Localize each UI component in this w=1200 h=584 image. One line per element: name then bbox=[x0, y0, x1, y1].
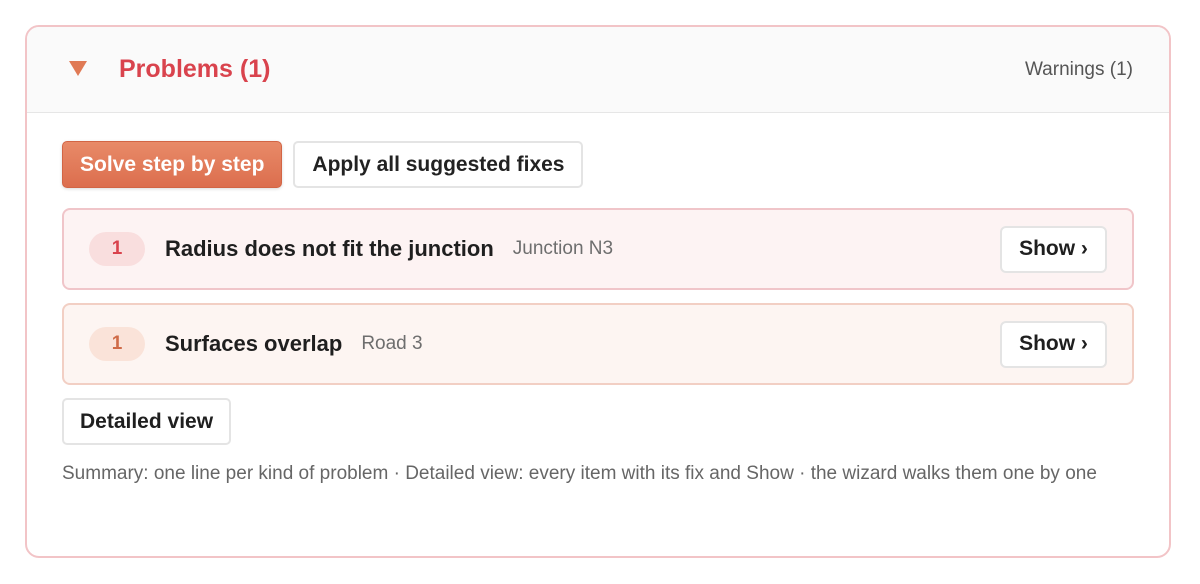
problems-header[interactable]: Problems (1) Warnings (1) bbox=[27, 27, 1169, 113]
summary-text: Summary: one line per kind of problem · … bbox=[62, 463, 1097, 484]
apply-all-fixes-button[interactable]: Apply all suggested fixes bbox=[293, 141, 584, 188]
triangle-down-icon[interactable] bbox=[69, 61, 87, 76]
problems-title: Problems (1) bbox=[119, 55, 271, 83]
problems-panel: Problems (1) Warnings (1) Solve step by … bbox=[25, 25, 1171, 558]
count-badge: 1 bbox=[89, 327, 145, 361]
problem-title: Radius does not fit the junction bbox=[165, 236, 494, 261]
problems-body: Solve step by step Apply all suggested f… bbox=[27, 113, 1169, 489]
detailed-view-button[interactable]: Detailed view bbox=[62, 398, 232, 445]
problem-title: Surfaces overlap bbox=[165, 331, 343, 356]
solve-step-by-step-button[interactable]: Solve step by step bbox=[62, 141, 283, 188]
problem-target: Road 3 bbox=[361, 333, 423, 354]
problem-row: 1 Radius does not fit the junction Junct… bbox=[62, 208, 1134, 290]
action-bar: Solve step by step Apply all suggested f… bbox=[62, 141, 1134, 188]
show-button[interactable]: Show › bbox=[1000, 320, 1107, 368]
problem-row: 1 Surfaces overlap Road 3 Show › bbox=[62, 303, 1134, 385]
problem-target: Junction N3 bbox=[512, 238, 614, 259]
count-badge: 1 bbox=[89, 232, 145, 266]
show-button[interactable]: Show › bbox=[1000, 225, 1107, 273]
warnings-link[interactable]: Warnings (1) bbox=[1025, 59, 1133, 81]
